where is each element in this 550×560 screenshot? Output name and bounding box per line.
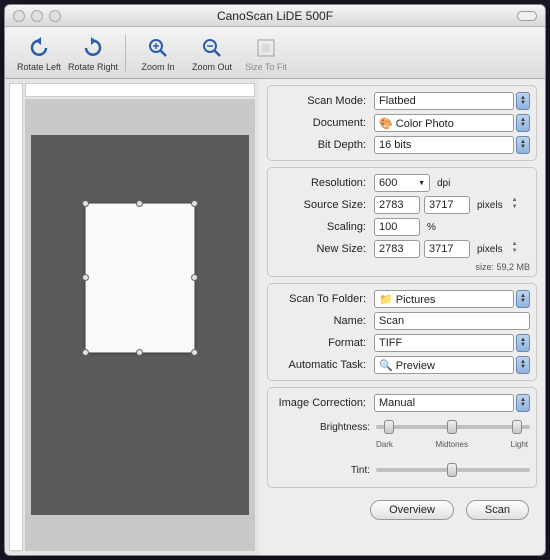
- format-label: Format:: [274, 337, 370, 349]
- chevron-updown-icon[interactable]: ▲▼: [516, 114, 530, 132]
- zoom-in-button[interactable]: Zoom In: [132, 34, 184, 72]
- chevron-updown-icon[interactable]: ▲▼: [516, 356, 530, 374]
- scan-mode-label: Scan Mode:: [274, 95, 370, 107]
- chevron-updown-icon[interactable]: ▲▼: [516, 290, 530, 308]
- source-height-field[interactable]: 3717: [424, 196, 470, 214]
- scan-bed: [31, 135, 249, 515]
- source-size-label: Source Size:: [274, 199, 370, 211]
- preview-pane: [5, 79, 259, 555]
- folder-icon: 📁: [379, 294, 393, 306]
- automatic-task-label: Automatic Task:: [274, 359, 370, 371]
- handle-w[interactable]: [82, 274, 89, 281]
- automatic-task-select[interactable]: 🔍 Preview: [374, 356, 514, 374]
- chevron-updown-icon[interactable]: ▲▼: [516, 136, 530, 154]
- resolution-combo[interactable]: 600▼: [374, 174, 430, 192]
- brightness-thumb-mid[interactable]: [447, 420, 457, 434]
- preview-app-icon: 🔍: [379, 360, 393, 372]
- toolbar: Rotate Left Rotate Right Zoom In Zoom Ou…: [5, 27, 545, 79]
- source-width-field[interactable]: 2783: [374, 196, 420, 214]
- zoom-out-button[interactable]: Zoom Out: [186, 34, 238, 72]
- new-height-field[interactable]: 3717: [424, 240, 470, 258]
- handle-ne[interactable]: [191, 200, 198, 207]
- color-wheel-icon: 🎨: [379, 118, 393, 130]
- rotate-right-icon: [79, 34, 107, 62]
- mode-group: Scan Mode: Flatbed▲▼ Document: 🎨 Color P…: [267, 85, 537, 161]
- brightness-slider[interactable]: [376, 425, 530, 429]
- rotate-right-button[interactable]: Rotate Right: [67, 34, 119, 72]
- titlebar[interactable]: CanoScan LiDE 500F: [5, 5, 545, 27]
- scan-mode-select[interactable]: Flatbed: [374, 92, 514, 110]
- output-group: Scan To Folder: 📁 Pictures▲▼ Name: Scan …: [267, 283, 537, 381]
- size-to-fit-icon: [252, 34, 280, 62]
- bit-depth-label: Bit Depth:: [274, 139, 370, 151]
- scan-selection[interactable]: [85, 203, 195, 353]
- overview-button[interactable]: Overview: [370, 500, 454, 520]
- chevron-updown-icon[interactable]: ▲▼: [516, 92, 530, 110]
- size-to-fit-button[interactable]: Size To Fit: [240, 34, 292, 72]
- scaling-field[interactable]: 100: [374, 218, 420, 236]
- bit-depth-select[interactable]: 16 bits: [374, 136, 514, 154]
- settings-pane: Scan Mode: Flatbed▲▼ Document: 🎨 Color P…: [259, 79, 545, 555]
- rotate-left-icon: [25, 34, 53, 62]
- scan-button[interactable]: Scan: [466, 500, 529, 520]
- correction-group: Image Correction: Manual▲▼ Brightness: D…: [267, 387, 537, 488]
- name-field[interactable]: Scan: [374, 312, 530, 330]
- horizontal-ruler: [25, 83, 255, 97]
- document-label: Document:: [274, 117, 370, 129]
- handle-e[interactable]: [191, 274, 198, 281]
- new-width-field[interactable]: 2783: [374, 240, 420, 258]
- brightness-label: Brightness:: [274, 422, 370, 433]
- handle-s[interactable]: [136, 349, 143, 356]
- file-size-label: size: 59,2 MB: [274, 260, 530, 272]
- chevron-updown-icon[interactable]: ▲▼: [516, 394, 530, 412]
- zoom-out-icon: [198, 34, 226, 62]
- tint-thumb[interactable]: [447, 463, 457, 477]
- resolution-group: Resolution: 600▼ dpi Source Size: 2783 3…: [267, 167, 537, 277]
- vertical-ruler: [9, 83, 23, 551]
- handle-se[interactable]: [191, 349, 198, 356]
- document-select[interactable]: 🎨 Color Photo: [374, 114, 514, 132]
- new-unit-stepper[interactable]: ▲▼: [510, 241, 520, 257]
- image-correction-label: Image Correction:: [274, 397, 370, 409]
- image-correction-select[interactable]: Manual: [374, 394, 514, 412]
- source-unit-stepper[interactable]: ▲▼: [510, 197, 520, 213]
- scan-folder-label: Scan To Folder:: [274, 293, 370, 305]
- handle-nw[interactable]: [82, 200, 89, 207]
- zoom-in-icon: [144, 34, 172, 62]
- tint-slider[interactable]: [376, 468, 530, 472]
- format-select[interactable]: TIFF: [374, 334, 514, 352]
- resolution-label: Resolution:: [274, 177, 370, 189]
- tint-label: Tint:: [274, 465, 370, 476]
- name-label: Name:: [274, 315, 370, 327]
- new-size-label: New Size:: [274, 243, 370, 255]
- rotate-left-button[interactable]: Rotate Left: [13, 34, 65, 72]
- scanner-window: CanoScan LiDE 500F Rotate Left Rotate Ri…: [4, 4, 546, 556]
- scan-folder-select[interactable]: 📁 Pictures: [374, 290, 514, 308]
- handle-n[interactable]: [136, 200, 143, 207]
- chevron-updown-icon[interactable]: ▲▼: [516, 334, 530, 352]
- brightness-thumb-dark[interactable]: [384, 420, 394, 434]
- scaling-label: Scaling:: [274, 221, 370, 233]
- preview-area[interactable]: [25, 99, 255, 551]
- handle-sw[interactable]: [82, 349, 89, 356]
- brightness-thumb-light[interactable]: [512, 420, 522, 434]
- window-title: CanoScan LiDE 500F: [5, 9, 545, 23]
